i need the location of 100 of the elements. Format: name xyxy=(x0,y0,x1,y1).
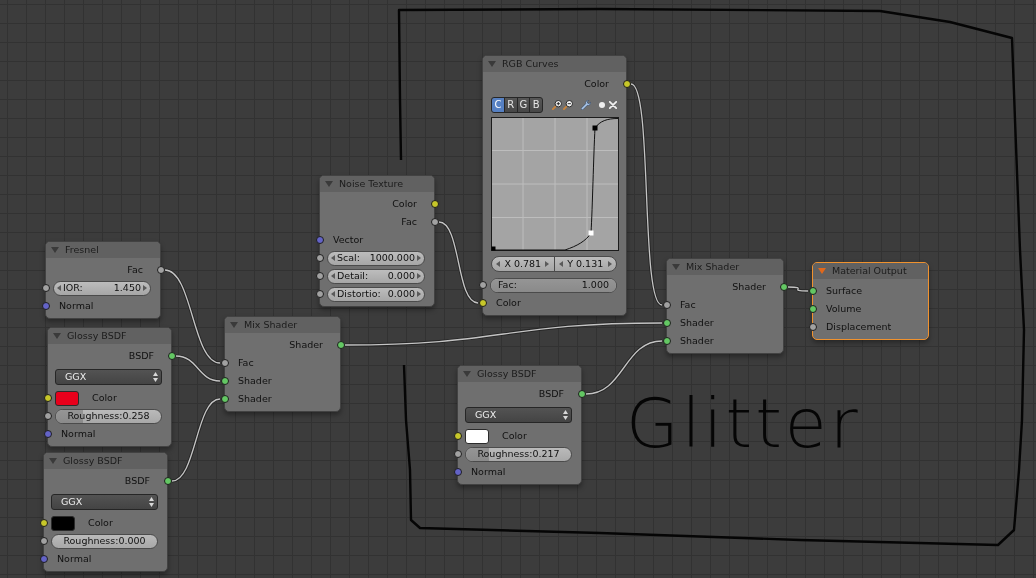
arrow-left-icon[interactable] xyxy=(558,261,563,267)
socket-icon[interactable] xyxy=(336,341,345,349)
number-field[interactable]: Y 0.131 xyxy=(553,256,617,272)
socket-icon[interactable] xyxy=(315,254,324,262)
node-title: Mix Shader xyxy=(244,320,298,330)
socket-icon[interactable] xyxy=(220,359,229,367)
socket-icon[interactable] xyxy=(39,519,48,527)
socket-label: Shader xyxy=(238,394,272,404)
socket-icon[interactable] xyxy=(577,390,586,398)
node-link[interactable] xyxy=(629,82,664,307)
dropdown[interactable]: GGX xyxy=(51,494,158,510)
wrench-icon[interactable] xyxy=(581,100,591,110)
socket-icon[interactable] xyxy=(453,450,462,458)
socket-icon[interactable] xyxy=(39,537,48,545)
field-label: Scal: xyxy=(337,253,360,263)
arrow-right-icon[interactable] xyxy=(143,285,147,291)
color-swatch[interactable] xyxy=(55,390,79,406)
channel-tab[interactable]: B xyxy=(529,97,543,113)
node-title: Glossy BSDF xyxy=(63,456,123,466)
node-link[interactable] xyxy=(787,285,809,293)
arrow-left-icon[interactable] xyxy=(496,261,500,267)
socket-icon[interactable] xyxy=(430,200,439,208)
socket-icon[interactable] xyxy=(220,395,229,403)
up-down-arrows-icon[interactable] xyxy=(153,372,158,382)
slider-field[interactable]: Roughness:0.000 xyxy=(51,533,158,549)
number-field[interactable]: X 0.781 xyxy=(491,256,555,272)
socket-icon[interactable] xyxy=(808,287,817,295)
node-link[interactable] xyxy=(175,354,221,383)
socket-icon[interactable] xyxy=(662,337,671,345)
arrow-left-icon[interactable] xyxy=(331,291,335,297)
socket-label: Color xyxy=(92,393,117,403)
close-icon[interactable] xyxy=(609,101,617,109)
socket-label: Normal xyxy=(471,467,506,477)
socket-label: Surface xyxy=(826,286,863,296)
socket-label: Fac xyxy=(127,265,143,275)
socket-icon[interactable] xyxy=(167,352,176,360)
arrow-right-icon[interactable] xyxy=(417,255,421,261)
zoom-out-icon[interactable] xyxy=(563,100,573,110)
dot-icon[interactable] xyxy=(599,102,605,108)
arrow-right-icon[interactable] xyxy=(417,273,421,279)
dropdown[interactable]: GGX xyxy=(465,407,572,423)
node-link[interactable] xyxy=(438,220,479,305)
socket-icon[interactable] xyxy=(622,80,631,88)
arrow-left-icon[interactable] xyxy=(331,273,335,279)
socket-icon[interactable] xyxy=(315,290,324,298)
curve-point[interactable] xyxy=(588,230,594,236)
zoom-in-icon[interactable] xyxy=(552,100,562,110)
socket-icon[interactable] xyxy=(478,281,487,289)
socket-label: Color xyxy=(88,518,113,528)
color-swatch[interactable] xyxy=(465,428,489,444)
node-title: Glossy BSDF xyxy=(67,331,127,341)
node-title: Fresnel xyxy=(65,245,99,255)
socket-icon[interactable] xyxy=(662,319,671,327)
socket-icon[interactable] xyxy=(220,377,229,385)
node-link[interactable] xyxy=(171,397,221,483)
field-value: 1000.000 xyxy=(369,253,415,263)
socket-label: Vector xyxy=(333,235,364,245)
curve-point[interactable] xyxy=(592,125,598,131)
arrow-right-icon[interactable] xyxy=(545,261,550,267)
channel-tab[interactable]: C xyxy=(491,97,505,113)
curve-editor[interactable] xyxy=(491,117,619,251)
socket-icon[interactable] xyxy=(478,299,487,307)
field-label: Distortio: xyxy=(337,289,381,299)
number-field[interactable]: Scal: 1000.000 xyxy=(327,250,425,266)
socket-icon[interactable] xyxy=(163,477,172,485)
socket-icon[interactable] xyxy=(662,301,671,309)
socket-icon[interactable] xyxy=(779,283,788,291)
node-title: Noise Texture xyxy=(339,179,404,189)
slider-field[interactable]: Roughness:0.217 xyxy=(465,446,572,462)
socket-icon[interactable] xyxy=(156,266,165,274)
socket-icon[interactable] xyxy=(43,412,52,420)
socket-icon[interactable] xyxy=(430,218,439,226)
number-field[interactable]: Detail: 0.000 xyxy=(327,268,425,284)
socket-label: Fac xyxy=(401,217,417,227)
node-link[interactable] xyxy=(585,339,663,396)
up-down-arrows-icon[interactable] xyxy=(563,410,568,420)
number-field[interactable]: IOR: 1.450 xyxy=(53,280,151,296)
slider-field[interactable]: Fac: 1.000 xyxy=(490,277,617,293)
node-link[interactable] xyxy=(344,321,663,347)
socket-label: Color xyxy=(496,298,521,308)
arrow-left-icon[interactable] xyxy=(331,255,335,261)
curve-point[interactable] xyxy=(491,246,496,251)
socket-icon[interactable] xyxy=(453,432,462,440)
socket-label: Shader xyxy=(680,318,714,328)
dropdown[interactable]: GGX xyxy=(55,369,162,385)
up-down-arrows-icon[interactable] xyxy=(149,497,154,507)
arrow-left-icon[interactable] xyxy=(57,285,61,291)
node-link[interactable] xyxy=(164,268,221,365)
socket-icon[interactable] xyxy=(43,394,52,402)
arrow-right-icon[interactable] xyxy=(608,261,612,267)
socket-icon[interactable] xyxy=(315,272,324,280)
arrow-right-icon[interactable] xyxy=(417,291,421,297)
number-field[interactable]: Distortio: 0.000 xyxy=(327,286,425,302)
socket-label: Color xyxy=(584,79,609,89)
socket-label: Shader xyxy=(238,376,272,386)
socket-icon[interactable] xyxy=(808,323,817,331)
color-swatch[interactable] xyxy=(51,515,75,531)
socket-icon[interactable] xyxy=(41,284,50,292)
socket-icon[interactable] xyxy=(808,305,817,313)
slider-field[interactable]: Roughness:0.258 xyxy=(55,408,162,424)
